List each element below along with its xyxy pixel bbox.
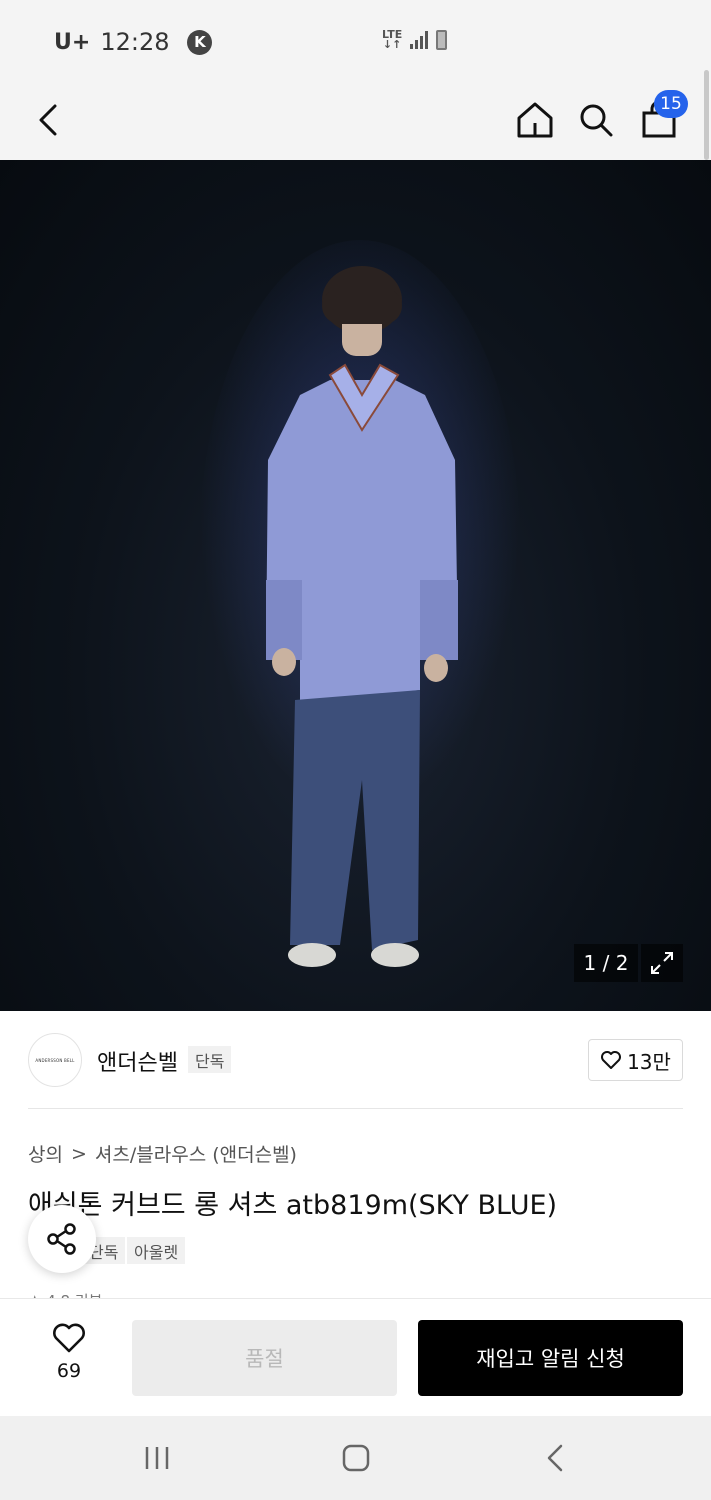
heart-icon [601, 1051, 622, 1069]
wish-count: 69 [56, 1360, 82, 1382]
product-title: 애쉬톤 커브드 롱 셔츠 atb819m(SKY BLUE) [28, 1190, 558, 1221]
lte-icon: LTE ↓↑ [382, 28, 403, 51]
status-indicators: LTE ↓↑ [382, 28, 448, 51]
model-photo [200, 240, 520, 967]
image-counter: 1 / 2 [574, 944, 638, 982]
home-icon [517, 102, 553, 138]
breadcrumb: 상의 > 셔츠/블라우스 (앤더슨벨) [28, 1140, 297, 1167]
home-square-icon [342, 1444, 370, 1472]
recent-apps-icon [145, 1447, 169, 1469]
system-nav-bar [0, 1416, 711, 1500]
brand-logo[interactable]: ANDERSSON BELL [28, 1033, 82, 1087]
scrollbar[interactable] [704, 70, 709, 160]
search-button[interactable] [566, 90, 626, 150]
heart-icon [53, 1323, 85, 1353]
back-button[interactable] [18, 90, 78, 150]
expand-icon [651, 952, 673, 974]
share-icon [47, 1223, 76, 1255]
breadcrumb-separator: > [70, 1142, 87, 1165]
brand-name[interactable]: 앤더슨벨 [97, 1045, 178, 1077]
product-image[interactable] [0, 160, 711, 1011]
app-notification-icon: K [187, 29, 213, 55]
breadcrumb-category[interactable]: 상의 [28, 1140, 63, 1167]
status-time: 12:28 [100, 28, 170, 56]
app-header [0, 80, 711, 160]
brand-like-count: 13만 [627, 1049, 671, 1074]
status-carrier: U+ 12:28 K [54, 28, 213, 56]
share-button[interactable] [28, 1205, 96, 1273]
soldout-button[interactable]: 품절 [132, 1320, 397, 1396]
cart-count-badge: 15 [654, 90, 688, 118]
battery-icon [436, 30, 448, 50]
expand-button[interactable] [641, 944, 683, 982]
search-icon [580, 104, 613, 137]
brand-like-button[interactable]: 13만 [588, 1039, 683, 1081]
restock-alert-button[interactable]: 재입고 알림 신청 [418, 1320, 683, 1396]
recent-apps-button[interactable] [127, 1434, 187, 1482]
system-home-button[interactable] [326, 1434, 386, 1482]
chevron-left-icon [547, 1444, 563, 1472]
wishlist-button[interactable]: 69 [38, 1322, 100, 1392]
status-bar: U+ 12:28 K LTE ↓↑ [0, 0, 711, 80]
chevron-left-icon [39, 104, 57, 136]
exclusive-tag: 단독 [188, 1046, 232, 1073]
system-back-button[interactable] [525, 1434, 585, 1482]
carrier-label: U+ [54, 29, 91, 55]
product-tag-outlet: 아울렛 [127, 1237, 186, 1264]
divider [28, 1108, 683, 1109]
signal-icon [410, 31, 429, 49]
breadcrumb-subcategory[interactable]: 셔츠/블라우스 (앤더슨벨) [95, 1140, 297, 1167]
home-button[interactable] [505, 90, 565, 150]
